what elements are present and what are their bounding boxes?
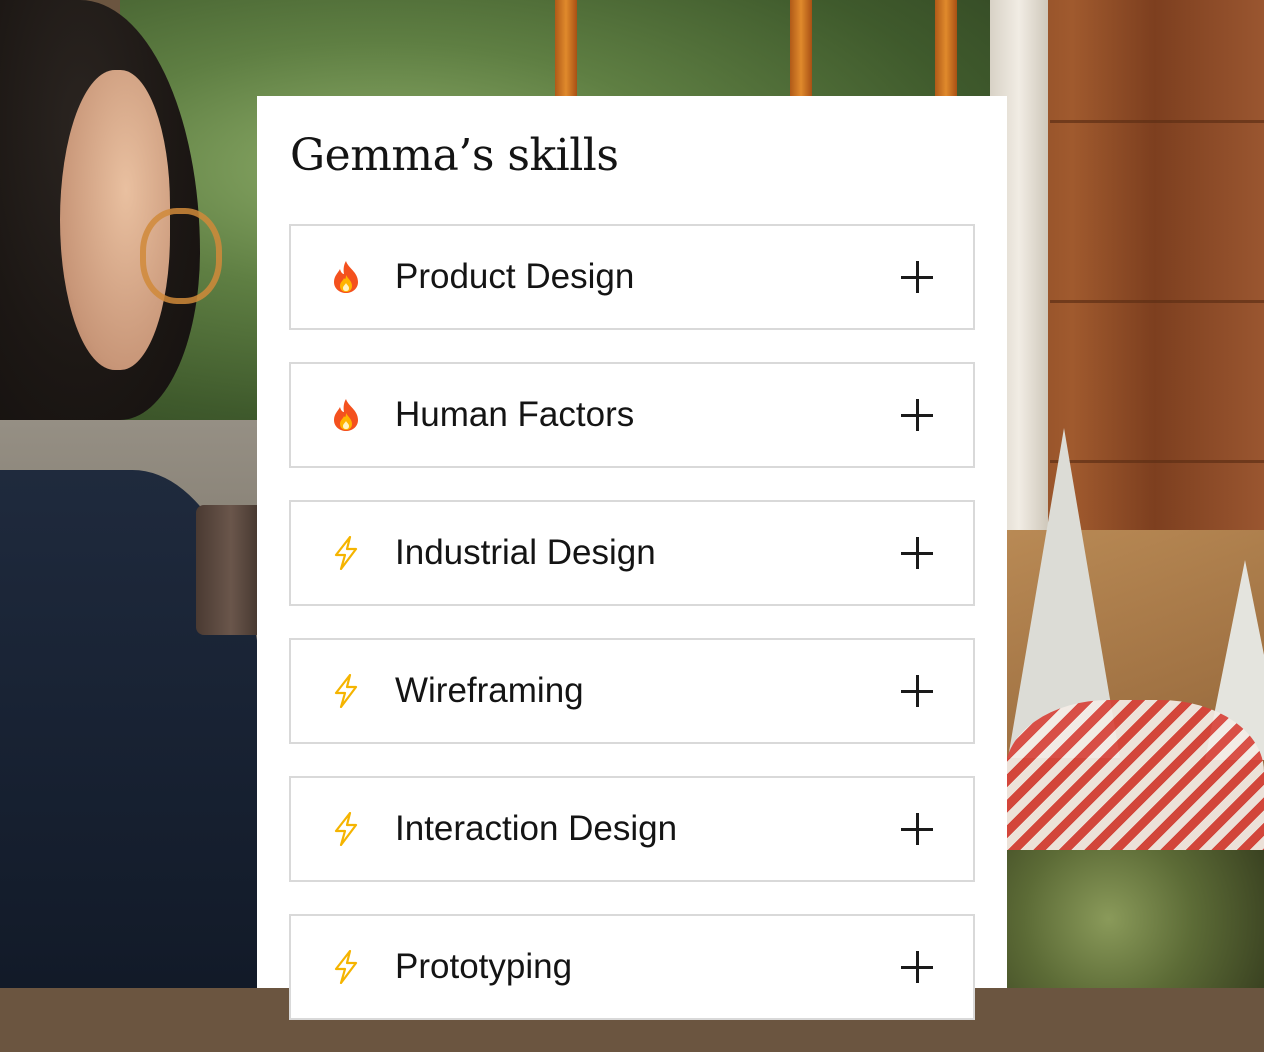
skill-label: Industrial Design	[395, 533, 656, 572]
skill-label: Product Design	[395, 257, 635, 296]
lightning-icon	[330, 812, 362, 846]
skill-row-industrial-design[interactable]: Industrial Design	[289, 500, 975, 606]
panel-title: Gemma’s skills	[290, 130, 619, 181]
plus-icon[interactable]	[901, 261, 933, 293]
skill-label: Interaction Design	[395, 809, 678, 848]
wood-plank-line	[1050, 120, 1264, 123]
fire-icon	[330, 260, 362, 294]
plus-icon[interactable]	[901, 399, 933, 431]
skill-row-human-factors[interactable]: Human Factors	[289, 362, 975, 468]
wood-plank-line	[1050, 300, 1264, 303]
fire-icon	[330, 398, 362, 432]
skill-row-product-design[interactable]: Product Design	[289, 224, 975, 330]
plus-icon[interactable]	[901, 675, 933, 707]
plus-icon[interactable]	[901, 951, 933, 983]
skill-label: Prototyping	[395, 947, 573, 986]
glasses	[140, 208, 222, 304]
skill-row-wireframing[interactable]: Wireframing	[289, 638, 975, 744]
lightning-icon	[330, 674, 362, 708]
mug	[196, 505, 266, 635]
skill-row-interaction-design[interactable]: Interaction Design	[289, 776, 975, 882]
skill-label: Human Factors	[395, 395, 635, 434]
greenery	[1005, 850, 1264, 988]
skill-label: Wireframing	[395, 671, 584, 710]
skill-row-prototyping[interactable]: Prototyping	[289, 914, 975, 1020]
skills-panel: Gemma’s skills Product Design Human Fact…	[257, 96, 1007, 1020]
skill-list: Product Design Human Factors Industrial …	[289, 224, 975, 1052]
plus-icon[interactable]	[901, 537, 933, 569]
lightning-icon	[330, 536, 362, 570]
plus-icon[interactable]	[901, 813, 933, 845]
lightning-icon	[330, 950, 362, 984]
